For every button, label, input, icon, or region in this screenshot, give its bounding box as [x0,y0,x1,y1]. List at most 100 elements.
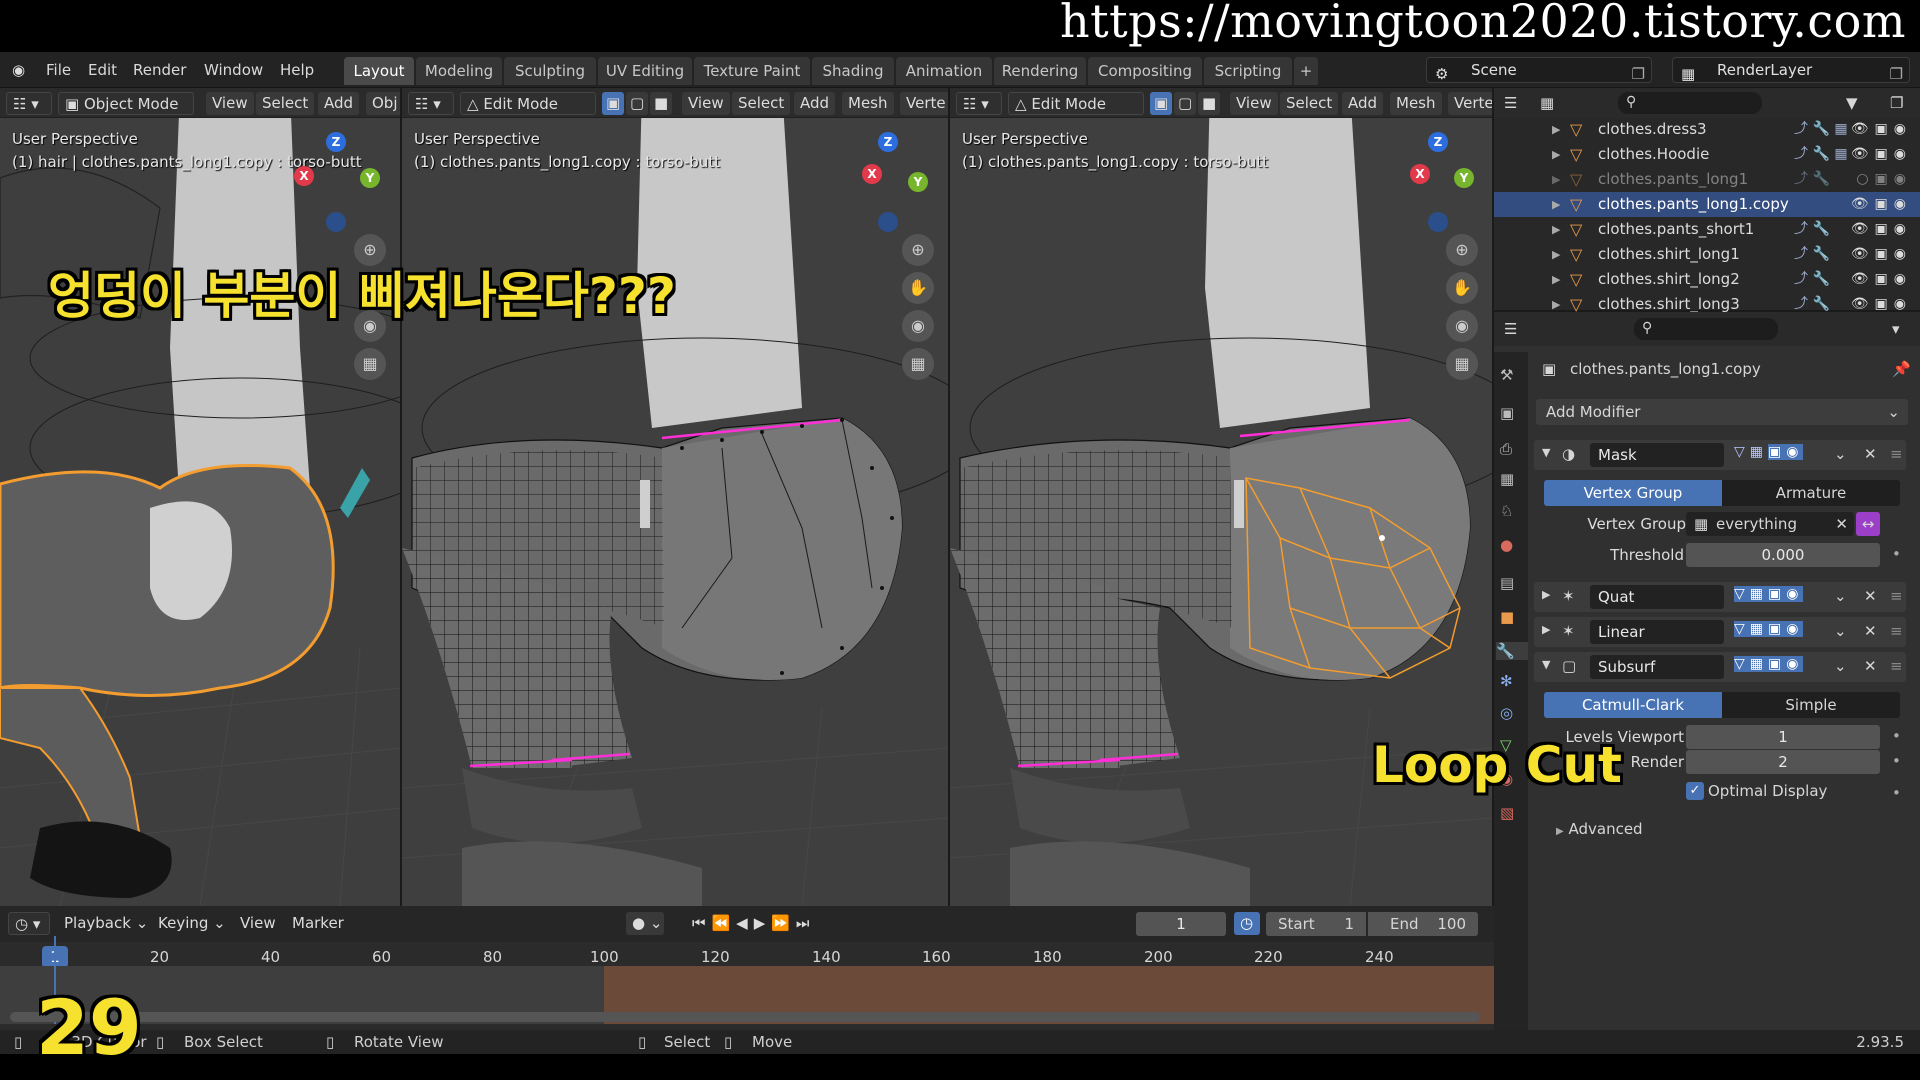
gizmo-neg-z[interactable] [326,212,346,232]
gizmo-z[interactable]: Z [1428,132,1448,152]
pan-hand-icon[interactable]: ✋ [1446,272,1478,304]
tab-rendering[interactable]: Rendering [994,57,1086,85]
chevron-down-icon[interactable]: ⌄ [1834,445,1847,463]
keyframe-dot-icon[interactable]: • [1892,784,1901,802]
face-select-icon[interactable]: ■ [650,92,672,115]
copy-icon[interactable]: ❐ [1632,62,1645,86]
new-collection-icon[interactable]: ❐ [1890,94,1903,112]
navigation-gizmo[interactable]: Z X Y [842,128,932,232]
properties-panel[interactable]: ☰ ⚲ ▾ ⚒ ▣ ⎙ ▦ ♘ ● ▤ ■ 🔧 ✻ ◎ ▽ ◉ ▧ ▣ clot… [1494,312,1920,1030]
copy-icon[interactable]: ❐ [1890,62,1903,86]
editor-type-button[interactable]: ☷ ▾ [6,92,52,115]
optimal-display-checkbox[interactable]: ✓ [1686,782,1704,800]
subdivision-catmull-clark[interactable]: Catmull-Clark [1544,692,1722,718]
pan-hand-icon[interactable]: ✋ [902,272,934,304]
modifier-linear-header[interactable]: ▶ ✶ Linear ▽▦▣◉ ⌄ ✕ ≡ [1534,617,1906,647]
outliner-item[interactable]: ▶ ▽ clothes.Hoodie ⤴ 🔧 ▦ 👁▣◉ [1494,142,1920,167]
end-frame-field[interactable]: End 100 [1368,912,1478,936]
drag-handle-icon[interactable]: ≡ [1890,622,1903,640]
zoom-icon[interactable]: ⊕ [902,234,934,266]
menu-vertex[interactable]: Verte [900,92,948,115]
tab-modeling[interactable]: Modeling [416,57,502,85]
timeline-scrollbar[interactable] [10,1012,1480,1022]
menu-view[interactable]: View [206,92,254,115]
camera-icon[interactable]: ◉ [1446,310,1478,342]
modifier-mask-header[interactable]: ▼ ◑ Mask ▽▦▣◉ ⌄ ✕ ≡ [1534,440,1906,470]
modifier-name-field[interactable]: Quat [1590,585,1724,609]
gizmo-x[interactable]: X [294,166,314,186]
edge-select-icon[interactable]: ▢ [1174,92,1196,115]
keyframe-dot-icon[interactable]: • [1892,545,1901,563]
navigation-gizmo[interactable]: Z X Y [1386,128,1476,232]
keyframe-dot-icon[interactable]: • [1892,752,1901,770]
visibility-icons[interactable]: 👁▣◉ [1851,267,1912,292]
vertex-group-field[interactable]: ▦ everything ✕ [1686,512,1854,536]
modifier-name-field[interactable]: Mask [1590,443,1724,467]
menu-mesh[interactable]: Mesh [842,92,894,115]
menu-marker[interactable]: Marker [286,912,350,935]
menu-view[interactable]: View [682,92,730,115]
expand-triangle-icon[interactable]: ▶ [1542,623,1550,636]
collapse-triangle-icon[interactable]: ▼ [1542,658,1550,671]
viewport-edit-mode-1[interactable]: ☷ ▾ △ Edit Mode ▣ ▢ ■ View Select Add Me… [402,88,950,906]
collection-tab-icon[interactable]: ▤ [1500,574,1514,592]
menu-add[interactable]: Add [318,92,360,115]
scene-selector[interactable]: ⚙ Scene ❐ [1426,57,1652,83]
modifier-toggle-icons[interactable]: ▽▦▣◉ [1734,444,1804,460]
keyframe-dot-icon[interactable]: • [1892,727,1901,745]
modifier-toggle-icons[interactable]: ▽▦▣◉ [1734,621,1804,637]
menu-vertex[interactable]: Verte [1448,92,1492,115]
visibility-icons[interactable]: 👁▣◉ [1851,192,1912,217]
physics-tab-icon[interactable]: ◎ [1500,704,1513,722]
gizmo-x[interactable]: X [862,164,882,184]
editor-type-icon[interactable]: ☰ [1504,320,1517,338]
object-tab-icon[interactable]: ■ [1500,608,1514,626]
visibility-icons[interactable]: 👁▣◉ [1851,217,1912,242]
tab-texture-paint[interactable]: Texture Paint [694,57,810,85]
tab-compositing[interactable]: Compositing [1088,57,1202,85]
record-icon[interactable]: ● ⌄ [626,912,664,935]
menu-help[interactable]: Help [280,61,314,79]
mode-selector[interactable]: △ Edit Mode [1008,92,1144,115]
preview-range-clock-icon[interactable]: ◷ [1234,912,1260,935]
modifier-tab-icon[interactable]: 🔧 [1496,642,1528,660]
outliner-item[interactable]: ▶ ▽ clothes.pants_short1 ⤴ 🔧 👁▣◉ [1494,217,1920,242]
tool-tab-icon[interactable]: ⚒ [1500,366,1513,384]
modifier-toggle-icons[interactable]: ▽▦▣◉ [1734,656,1804,672]
filter-icon[interactable]: ▼ [1846,94,1858,112]
pin-icon[interactable]: 📌 [1892,360,1911,378]
render-levels-field[interactable]: 2 [1686,750,1880,774]
gizmo-z[interactable]: Z [878,132,898,152]
outliner-item[interactable]: ▶ ▽ clothes.dress3 ⤴ 🔧 ▦ 👁▣◉ [1494,117,1920,142]
visibility-icons[interactable]: 👁▣◉ [1851,142,1912,167]
drag-handle-icon[interactable]: ≡ [1890,657,1903,675]
menu-view[interactable]: View [234,912,282,935]
viewport-object-mode[interactable]: ☷ ▾ ▣ Object Mode View Select Add Obj Us… [0,88,402,906]
chevron-down-icon[interactable]: ⌄ [1834,587,1847,605]
menu-playback[interactable]: Playback ⌄ [58,912,154,935]
visibility-icons[interactable]: 👁▣◉ [1851,242,1912,267]
menu-render[interactable]: Render [133,61,186,79]
modifier-subsurf-header[interactable]: ▼ ▢ Subsurf ▽▦▣◉ ⌄ ✕ ≡ [1534,652,1906,682]
menu-add[interactable]: Add [794,92,836,115]
outliner-panel[interactable]: ☰ ▦ ⚲ ▼ ❐ ▶ ▽ clothes.dress3 ⤴ 🔧 ▦ 👁▣◉ ▶ ▽… [1494,88,1920,314]
menu-file[interactable]: File [46,61,71,79]
texture-tab-icon[interactable]: ▧ [1500,804,1514,822]
modifier-name-field[interactable]: Subsurf [1590,655,1724,679]
gizmo-x[interactable]: X [1410,164,1430,184]
outliner-item-selected[interactable]: ▶ ▽ clothes.pants_long1.copy 👁▣◉ [1494,192,1920,217]
menu-edit[interactable]: Edit [88,61,117,79]
gizmo-neg-z[interactable] [878,212,898,232]
editor-type-button[interactable]: ☷ ▾ [408,92,454,115]
menu-mesh[interactable]: Mesh [1390,92,1442,115]
display-mode-icon[interactable]: ▦ [1540,94,1554,112]
chevron-down-icon[interactable]: ⌄ [1834,622,1847,640]
clear-icon[interactable]: ✕ [1835,512,1848,536]
editor-type-button[interactable]: ◷ ▾ [8,912,50,935]
tab-uv-editing[interactable]: UV Editing [598,57,692,85]
add-workspace-button[interactable]: + [1294,57,1318,85]
gizmo-z[interactable]: Z [326,132,346,152]
visibility-icons[interactable]: 👁▣◉ [1851,117,1912,142]
invert-icon[interactable]: ↔ [1856,512,1880,536]
view-layer-tab-icon[interactable]: ▦ [1500,470,1514,488]
